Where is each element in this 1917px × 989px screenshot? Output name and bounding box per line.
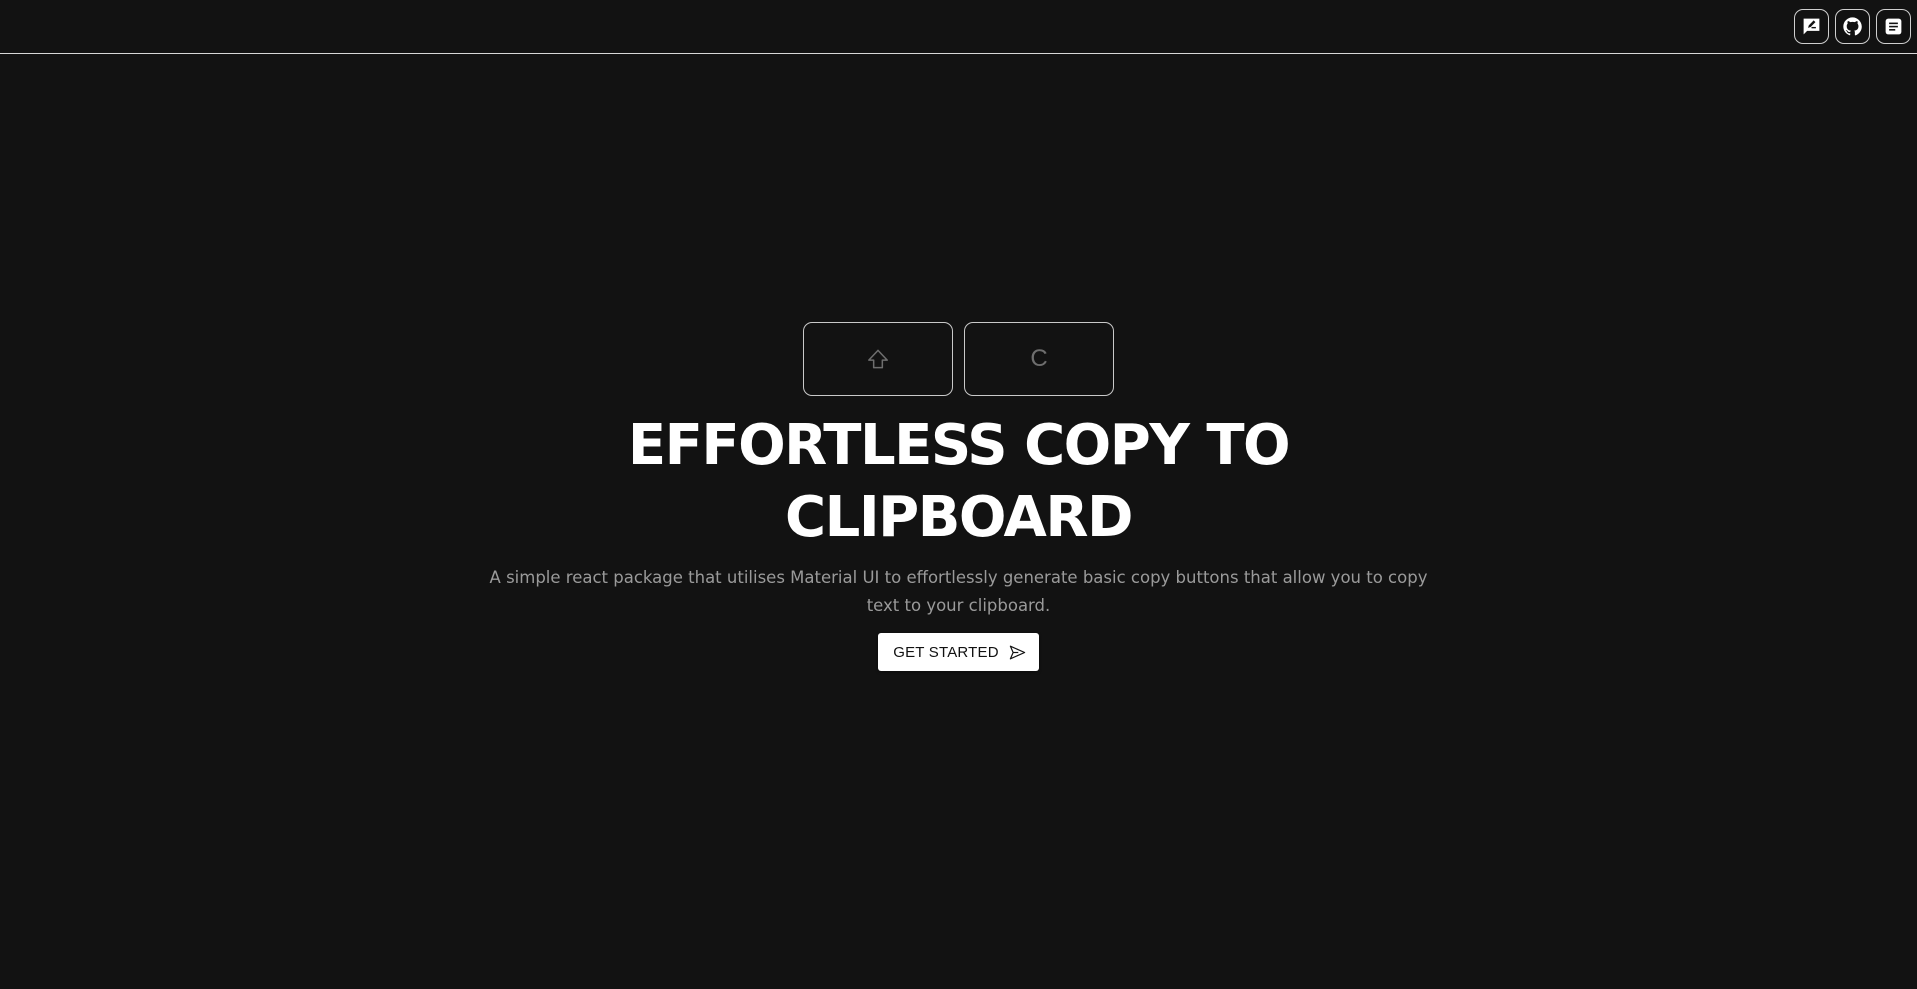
github-button[interactable] bbox=[1835, 9, 1870, 44]
page-description: A simple react package that utilises Mat… bbox=[489, 568, 1428, 615]
send-icon bbox=[1008, 643, 1027, 662]
shift-key bbox=[803, 322, 953, 396]
docs-icon bbox=[1883, 16, 1904, 37]
get-started-label: GET STARTED bbox=[893, 643, 999, 661]
hero-section: C EFFORTLESS COPY TO CLIPBOARD A simple … bbox=[0, 322, 1917, 671]
keyboard-shortcut: C bbox=[803, 322, 1114, 396]
c-key-label: C bbox=[1030, 345, 1048, 372]
docs-button[interactable] bbox=[1876, 9, 1911, 44]
top-bar bbox=[0, 0, 1917, 54]
github-icon bbox=[1842, 16, 1863, 37]
c-key: C bbox=[964, 322, 1114, 396]
feedback-icon bbox=[1801, 16, 1822, 37]
page-title: EFFORTLESS COPY TO CLIPBOARD bbox=[627, 413, 1291, 550]
shift-arrow-icon bbox=[865, 346, 891, 372]
feedback-button[interactable] bbox=[1794, 9, 1829, 44]
header-actions bbox=[1794, 9, 1911, 44]
get-started-button[interactable]: GET STARTED bbox=[878, 633, 1039, 671]
